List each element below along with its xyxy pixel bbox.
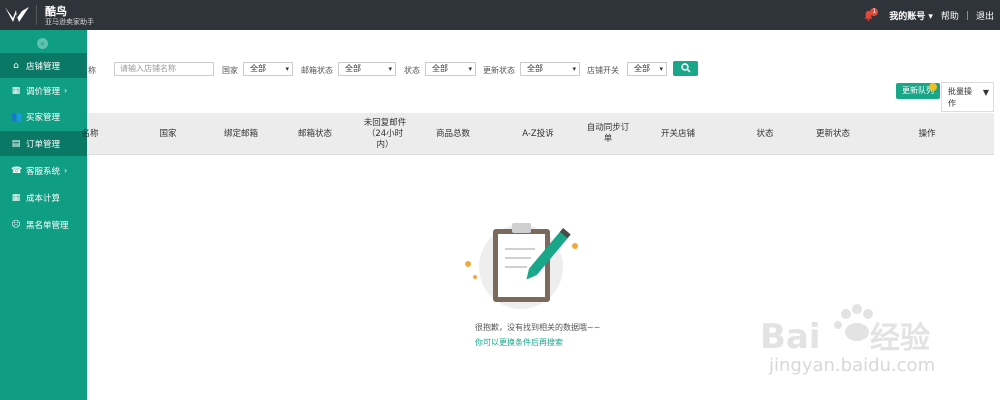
chevron-right-icon: › [64, 166, 68, 175]
table-header-cell: 开关店铺 [660, 128, 695, 139]
table-header-cell: 邮箱状态 [297, 128, 332, 139]
chevron-down-icon: ▾ [925, 12, 933, 22]
header-divider [36, 5, 37, 25]
sidebar-item-store-management[interactable]: ⌂ 店铺管理 [0, 53, 87, 78]
notification-bell[interactable]: 1 [863, 7, 879, 22]
header-actions: 1 我的账号 ▾ 帮助 | 退出 [863, 7, 994, 22]
doc-icon: ▤ [11, 138, 21, 149]
sidebar-item-label: 客服系统 [26, 166, 61, 177]
phone-icon: ☎ [11, 165, 23, 176]
empty-message: 很抱歉，没有找到相关的数据哦~~ [475, 323, 601, 332]
home-icon: ⌂ [13, 60, 19, 71]
bird-logo-icon [5, 7, 29, 22]
users-icon: 👥 [11, 111, 23, 122]
table-header-cell: 自动同步订 单 [586, 123, 630, 144]
table-header-cell: 名称 [81, 128, 99, 139]
table-header: 名称 国家 绑定邮箱 邮箱状态 未回复邮件 （24小时 内） 商品总数 A-Z投诉 自动同步订… [81, 113, 994, 155]
update-status-label: 更新状态 [483, 66, 515, 75]
collapse-sidebar-icon[interactable]: « [37, 38, 48, 49]
store-name-label: 称 [88, 66, 96, 75]
email-status-select[interactable]: 全部 ▾ [338, 62, 396, 76]
batch-actions-select[interactable]: 批量操 作 ▼ [941, 82, 994, 112]
sidebar-item-label: 黑名单管理 [26, 220, 69, 231]
search-icon [680, 63, 691, 73]
table-header-cell: 国家 [159, 128, 177, 139]
header-separator: | [965, 10, 969, 21]
top-bar: 酷鸟 亚马逊卖家助手 1 我的账号 ▾ 帮助 | 退出 [0, 0, 1000, 30]
sidebar-item-cost-calc[interactable]: ▦ 成本计算 [0, 185, 87, 210]
svg-text:经验: 经验 [870, 321, 930, 356]
sidebar-item-orders[interactable]: ▤ 订单管理 [0, 131, 87, 156]
email-status-label: 邮箱状态 [301, 66, 333, 75]
chevron-down-icon: ▾ [388, 65, 392, 73]
sidebar-item-label: 订单管理 [26, 139, 61, 150]
sidebar-item-buyers[interactable]: 👥 买家管理 [0, 104, 87, 129]
update-queue-badge [929, 83, 937, 91]
help-link[interactable]: 帮助 [941, 9, 959, 22]
status-select[interactable]: 全部 ▾ [425, 62, 476, 76]
chevron-right-icon: › [64, 86, 68, 95]
sidebar-item-label: 买家管理 [26, 112, 61, 123]
sidebar-item-customer-service[interactable]: ☎ 客服系统 › [0, 158, 87, 183]
store-switch-value: 全部 [634, 64, 650, 73]
clipboard-empty-icon [465, 223, 578, 309]
update-status-value: 全部 [527, 64, 543, 73]
user-block-icon: ☹ [11, 219, 21, 230]
status-value: 全部 [432, 64, 448, 73]
chevron-down-icon: ▾ [285, 65, 289, 73]
chevron-down-icon: ▼ [982, 88, 989, 97]
table-header-cell: 操作 [918, 128, 936, 139]
sidebar-item-pricing[interactable]: ▦ 调价管理 › [0, 78, 87, 103]
watermark-url: jingyan.baidu.com [769, 355, 936, 376]
table-header-cell: 未回复邮件 （24小时 内） [363, 117, 407, 150]
sidebar-item-blacklist[interactable]: ☹ 黑名单管理 [0, 212, 87, 237]
calc-icon: ▦ [11, 192, 21, 203]
notification-count: 1 [870, 7, 879, 16]
country-select[interactable]: 全部 ▾ [243, 62, 293, 76]
sidebar: « ⌂ 店铺管理 ▦ 调价管理 › 👥 买家管理 ▤ 订单管理 ☎ 客服系统 ›… [0, 30, 87, 400]
table-header-cell: 商品总数 [435, 128, 470, 139]
table-header-cell: 更新状态 [815, 128, 850, 139]
brand-subtitle: 亚马逊卖家助手 [45, 18, 94, 26]
logout-link[interactable]: 退出 [976, 9, 994, 22]
sidebar-item-label: 调价管理 [26, 86, 61, 97]
chevron-down-icon: ▾ [659, 65, 663, 73]
sidebar-item-label: 店铺管理 [26, 61, 61, 72]
store-name-input[interactable]: 请输入店铺名称 [114, 62, 214, 76]
chevron-down-icon: ▾ [572, 65, 576, 73]
batch-actions-label-line2: 作 [948, 99, 956, 108]
chart-icon: ▦ [11, 85, 21, 96]
table-header-cell: A-Z投诉 [522, 128, 554, 139]
account-menu[interactable]: 我的账号 ▾ [889, 9, 933, 22]
store-switch-label: 店铺开关 [587, 66, 619, 75]
account-label: 我的账号 [889, 12, 926, 22]
email-status-value: 全部 [345, 64, 361, 73]
country-label: 国家 [222, 66, 238, 75]
search-button[interactable] [673, 61, 698, 76]
svg-text:Bai: Bai [760, 317, 821, 357]
update-status-select[interactable]: 全部 ▾ [520, 62, 580, 76]
chevron-down-icon: ▾ [468, 65, 472, 73]
status-label: 状态 [404, 66, 420, 75]
country-value: 全部 [250, 64, 266, 73]
table-header-cell: 绑定邮箱 [223, 128, 258, 139]
table-header-cell: 状态 [756, 128, 774, 139]
sidebar-item-label: 成本计算 [26, 193, 61, 204]
store-switch-select[interactable]: 全部 ▾ [627, 62, 667, 76]
change-filters-link[interactable]: 你可以更换条件后再搜索 [475, 337, 563, 348]
